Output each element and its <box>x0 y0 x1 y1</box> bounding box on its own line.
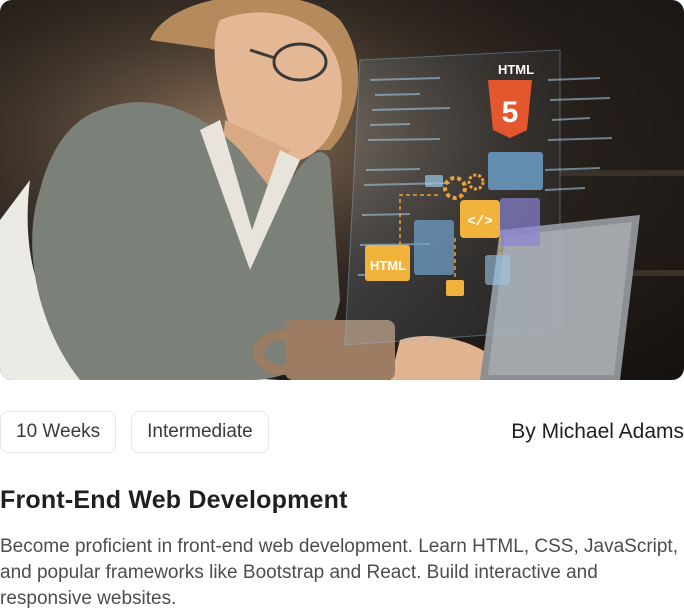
html-card-label: HTML <box>370 258 406 273</box>
level-tag: Intermediate <box>131 411 269 453</box>
author-name: By Michael Adams <box>511 420 684 443</box>
course-hero-image: 5 HTML </> HTML <box>0 0 684 380</box>
hero-illustration: 5 HTML </> HTML <box>0 0 684 380</box>
course-title[interactable]: Front-End Web Development <box>0 486 348 515</box>
duration-tag: 10 Weeks <box>0 411 117 453</box>
html5-number: 5 <box>502 96 519 129</box>
html-badge-label: HTML <box>498 62 534 77</box>
course-description: Become proficient in front-end web devel… <box>0 536 678 609</box>
code-symbol-card: </> <box>467 214 492 230</box>
course-meta-row: 10 Weeks Intermediate By Michael Adams <box>0 410 684 454</box>
